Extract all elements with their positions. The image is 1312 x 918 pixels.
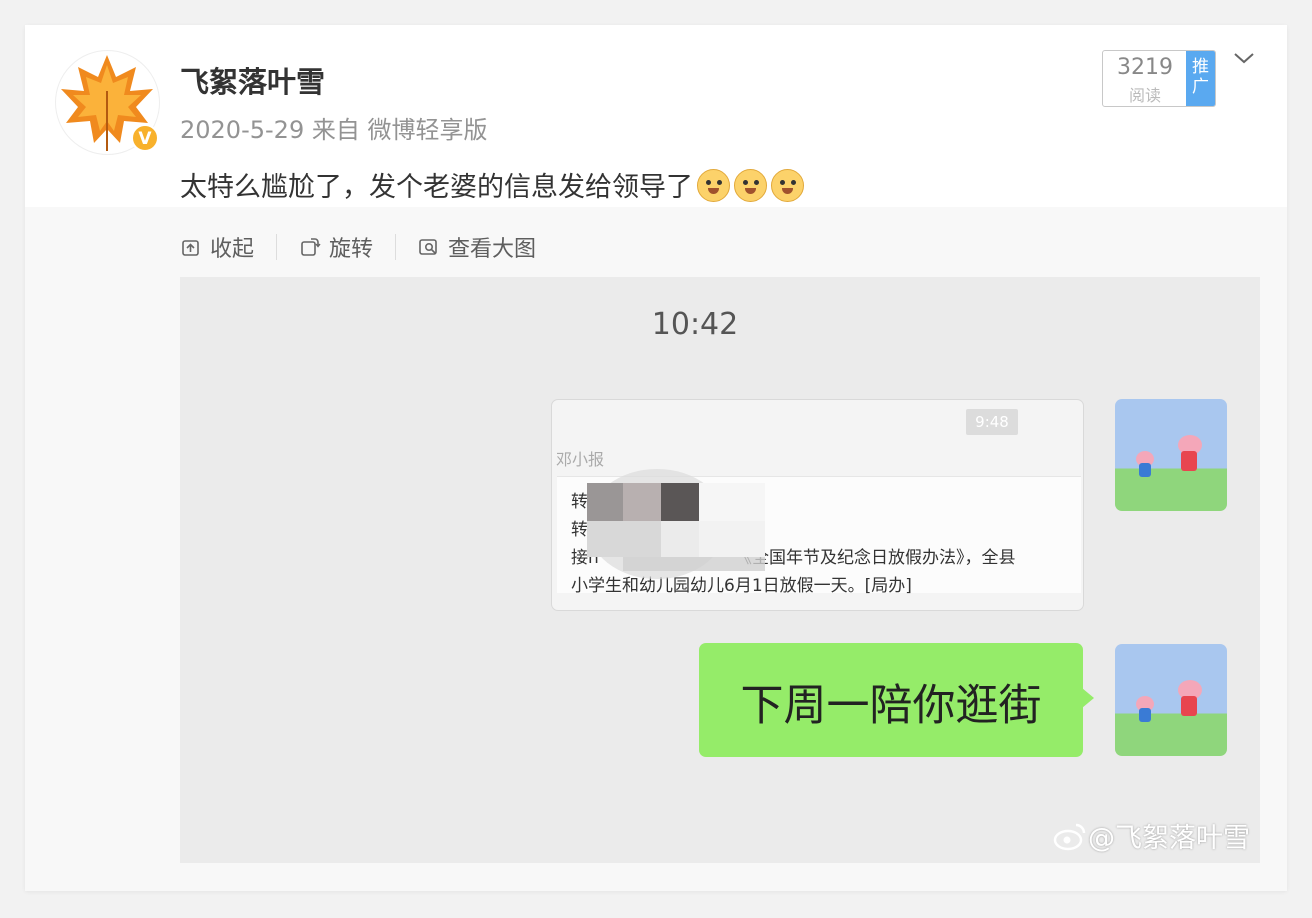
watermark-text: @飞絮落叶雪 [1088,823,1250,854]
collapse-label: 收起 [210,237,255,262]
weibo-logo-icon [1053,823,1086,850]
doge-emoji-icon [734,169,767,202]
image-toolbar: 收起 旋转 查看大图 [180,232,536,262]
post-meta: 2020-5-29 来自 微博轻享版 [180,116,488,144]
verified-badge-icon: V [131,124,159,152]
forwarded-line: 小学生和幼儿园幼儿6月1日放假一天。[局办] [571,576,912,596]
chat-bubble: 下周一陪你逛街 [699,643,1094,757]
chat-timestamp: 10:42 [651,307,739,342]
post-text: 太特么尴尬了，发个老婆的信息发给领导了 [180,165,804,204]
forwarded-time: 9:48 [966,409,1018,435]
forwarded-line: 转 [571,492,588,512]
forwarded-line: 转 [571,520,588,540]
view-large-button[interactable]: 查看大图 [418,231,536,263]
view-large-icon [419,239,437,255]
read-count-badge: 3219 阅读 推广 [1102,50,1216,107]
chevron-down-icon[interactable] [1233,47,1255,69]
mosaic-redaction [587,469,767,579]
toolbar-divider [276,234,278,260]
bubble-text: 下周一陪你逛街 [740,681,1042,731]
collapse-icon [182,240,199,256]
sender-avatar [1115,399,1227,511]
rotate-icon [301,238,321,256]
forwarded-sender: 邓小报 [556,450,605,469]
toolbar-divider [395,234,397,260]
rotate-button[interactable]: 旋转 [299,231,373,263]
weibo-watermark: @飞絮落叶雪 [1052,816,1250,855]
pig-cartoon-icon [1136,680,1202,722]
doge-emoji-icon [771,169,804,202]
forwarded-line: 《全国年节及纪念日放假办法》，全县 [735,548,1016,568]
promote-button[interactable]: 推广 [1186,51,1215,106]
chat-screenshot-image[interactable]: 10:42 9:48 邓小报 转 转 接n 《全国年节及纪念日放假办法》，全县 … [180,277,1260,863]
pig-cartoon-icon [1136,435,1202,477]
post-body: 太特么尴尬了，发个老婆的信息发给领导了 [180,172,693,203]
doge-emoji-icon [697,169,730,202]
read-label: 阅读 [1128,86,1161,105]
read-count: 3219 [1117,55,1173,80]
forwarded-body: 转 转 接n 《全国年节及纪念日放假办法》，全县 小学生和幼儿园幼儿6月1日放假… [557,469,1081,596]
view-large-label: 查看大图 [448,237,537,262]
weibo-post-card: V 飞絮落叶雪 2020-5-29 来自 微博轻享版 太特么尴尬了，发个老婆的信… [25,25,1287,891]
username[interactable]: 飞絮落叶雪 [180,59,325,101]
collapse-button[interactable]: 收起 [180,231,254,263]
sender-avatar [1115,644,1227,756]
forwarded-message-card: 9:48 邓小报 转 转 接n 《全国年节及纪念日放假办法》，全县 小学生和幼儿… [551,399,1084,611]
rotate-label: 旋转 [329,237,374,262]
